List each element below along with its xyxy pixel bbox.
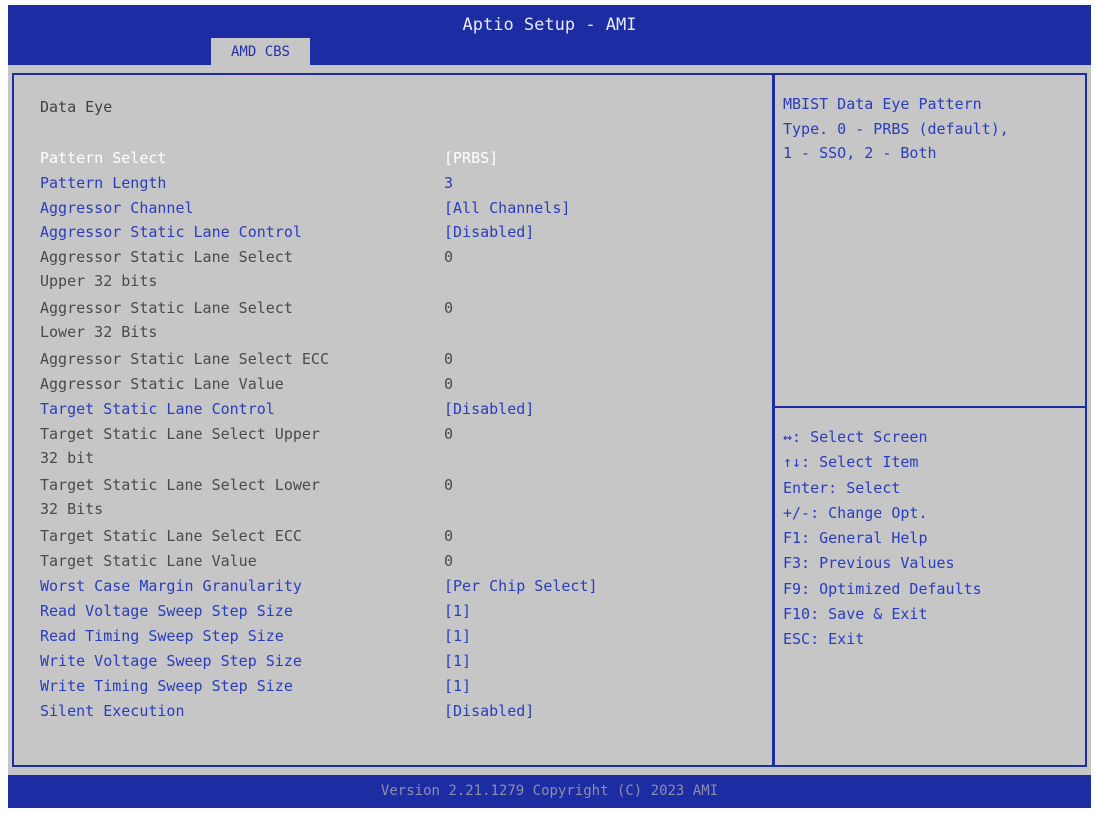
help-text: MBIST Data Eye Pattern Type. 0 - PRBS (d… xyxy=(783,95,1009,162)
key-previous-values: F3: Previous Values xyxy=(783,554,955,573)
setting-label: Silent Execution xyxy=(40,702,185,720)
setting-label: Pattern Length xyxy=(40,174,167,192)
setting-value[interactable]: [Disabled] xyxy=(444,220,534,244)
setting-label: Aggressor Static Lane Value xyxy=(40,375,284,393)
setting-value[interactable]: [Disabled] xyxy=(444,699,534,723)
setting-label: Target Static Lane Select Upper 32 bit xyxy=(40,425,320,468)
setting-value[interactable]: [All Channels] xyxy=(444,196,570,220)
setting-value: 0 xyxy=(444,527,454,545)
setting-label: Aggressor Static Lane Select ECC xyxy=(40,350,329,368)
setting-label: Write Voltage Sweep Step Size xyxy=(40,652,302,670)
setting-value[interactable]: [1] xyxy=(444,624,471,648)
setting-value: 0 xyxy=(444,425,454,443)
setting-value: 0 xyxy=(444,476,454,494)
setting-value[interactable]: [1] xyxy=(444,674,471,698)
version-copyright: Version 2.21.1279 Copyright (C) 2023 AMI xyxy=(380,783,719,799)
key-general-help: F1: General Help xyxy=(783,529,928,548)
key-change-opt: +/-: Change Opt. xyxy=(783,503,928,522)
setting-label: Worst Case Margin Granularity xyxy=(40,577,302,595)
window-title: Aptio Setup - AMI xyxy=(462,15,637,35)
key-legend: ↔: Select Screen ↑↓: Select Item Enter: … xyxy=(783,425,1083,653)
section-title: Data Eye xyxy=(40,98,113,116)
help-panel: MBIST Data Eye Pattern Type. 0 - PRBS (d… xyxy=(773,73,1087,767)
setting-label: Write Timing Sweep Step Size xyxy=(40,677,293,695)
setting-label: Target Static Lane Control xyxy=(40,400,275,418)
help-divider xyxy=(775,406,1085,408)
setting-value[interactable]: [1] xyxy=(444,649,471,673)
setting-label: Target Static Lane Value xyxy=(40,552,257,570)
footer-bar: Version 2.21.1279 Copyright (C) 2023 AMI xyxy=(8,775,1091,808)
setting-value: 0 xyxy=(444,552,454,570)
setting-label: Read Voltage Sweep Step Size xyxy=(40,602,293,620)
setting-label: Target Static Lane Select ECC xyxy=(40,527,302,545)
setting-label: Aggressor Static Lane Control xyxy=(40,223,302,241)
setting-value[interactable]: 3 xyxy=(444,171,453,195)
bios-setup-window: Aptio Setup - AMI AMD CBS Data Eye Patte… xyxy=(8,5,1091,808)
tab-amd-cbs[interactable]: AMD CBS xyxy=(211,38,310,65)
settings-panel: Data Eye Pattern Select [PRBS] Pattern L… xyxy=(12,73,774,767)
setting-label: Aggressor Static Lane Select Upper 32 bi… xyxy=(40,248,293,291)
key-enter-select: Enter: Select xyxy=(783,478,901,497)
setting-value[interactable]: [Disabled] xyxy=(444,397,534,421)
setting-value[interactable]: [Per Chip Select] xyxy=(444,574,598,598)
key-select-item: ↑↓: Select Item xyxy=(783,453,919,472)
header-bar: Aptio Setup - AMI AMD CBS xyxy=(8,5,1091,65)
setting-value: 0 xyxy=(444,299,454,317)
key-esc-exit: ESC: Exit xyxy=(783,630,865,649)
setting-label: Read Timing Sweep Step Size xyxy=(40,627,284,645)
key-save-exit: F10: Save & Exit xyxy=(783,605,928,624)
setting-value: 0 xyxy=(444,248,454,266)
setting-value[interactable]: [PRBS] xyxy=(444,146,498,170)
setting-label: Aggressor Static Lane Select Lower 32 Bi… xyxy=(40,299,293,342)
setting-value[interactable]: [1] xyxy=(444,599,471,623)
setting-label: Target Static Lane Select Lower 32 Bits xyxy=(40,476,320,519)
setting-value: 0 xyxy=(444,350,454,368)
key-select-screen: ↔: Select Screen xyxy=(783,428,928,446)
setting-label: Pattern Select xyxy=(40,149,167,167)
key-optimized-defaults: F9: Optimized Defaults xyxy=(783,579,982,598)
setting-label: Aggressor Channel xyxy=(40,199,194,217)
setting-value: 0 xyxy=(444,375,454,393)
